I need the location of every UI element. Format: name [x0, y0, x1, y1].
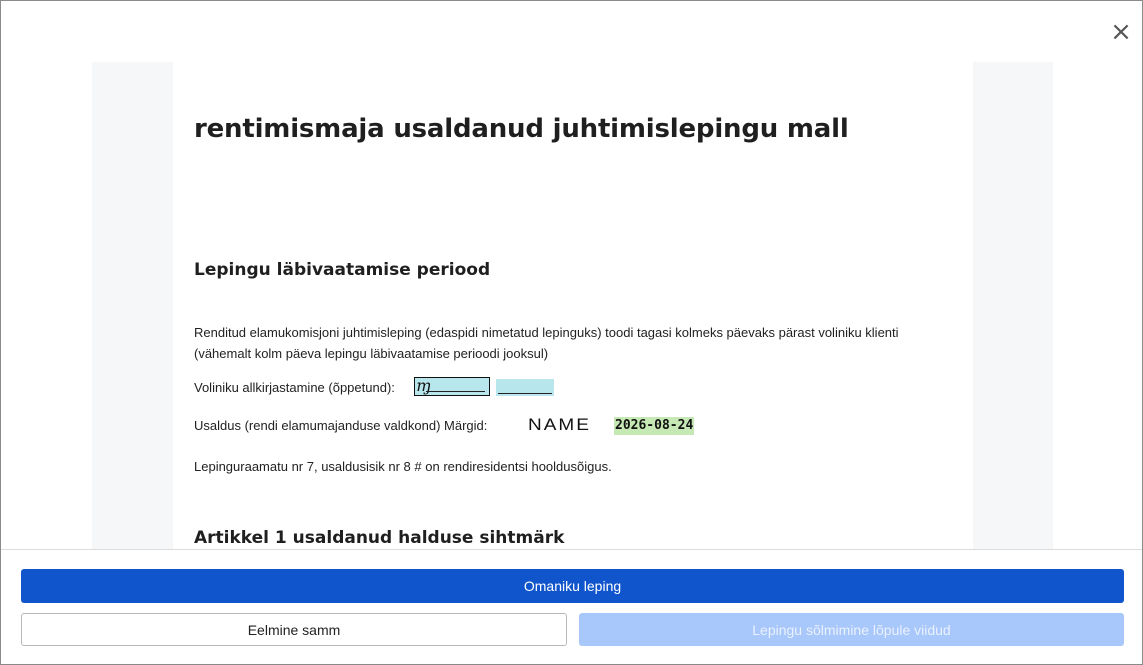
- owner-contract-button[interactable]: Omaniku leping: [21, 569, 1124, 603]
- dialog-footer: [1, 549, 1142, 664]
- signature-label: Voliniku allkirjastamine (õppetund):: [194, 380, 395, 395]
- name-stamp[interactable]: NAME: [528, 417, 591, 436]
- close-icon[interactable]: ×: [1109, 19, 1133, 45]
- section-heading-review-period: Lepingu läbivaatamise periood: [194, 260, 491, 280]
- document-title: rentimismaja usaldanud juhtimislepingu m…: [194, 114, 849, 144]
- review-period-paragraph: Renditud elamukomisjoni juhtimisleping (…: [194, 325, 899, 361]
- date-field[interactable]: 2026-08-24: [614, 417, 695, 435]
- signature-field[interactable]: ɱ: [414, 376, 490, 396]
- finish-contract-button: Lepingu sõlmimine lõpule viidud: [579, 613, 1124, 646]
- signature-line: [426, 391, 485, 392]
- contract-dialog: × rentimismaja usaldanud juhtimislepingu…: [0, 0, 1143, 665]
- signature-scribble: ɱ: [416, 376, 432, 395]
- signature-line: [498, 393, 552, 394]
- contract-note: Lepinguraamatu nr 7, usaldusisik nr 8 # …: [194, 459, 612, 474]
- section-heading-article-1: Artikkel 1 usaldanud halduse sihtmärk: [194, 528, 565, 548]
- previous-step-button[interactable]: Eelmine samm: [21, 613, 567, 646]
- signature-field-secondary[interactable]: [496, 379, 554, 396]
